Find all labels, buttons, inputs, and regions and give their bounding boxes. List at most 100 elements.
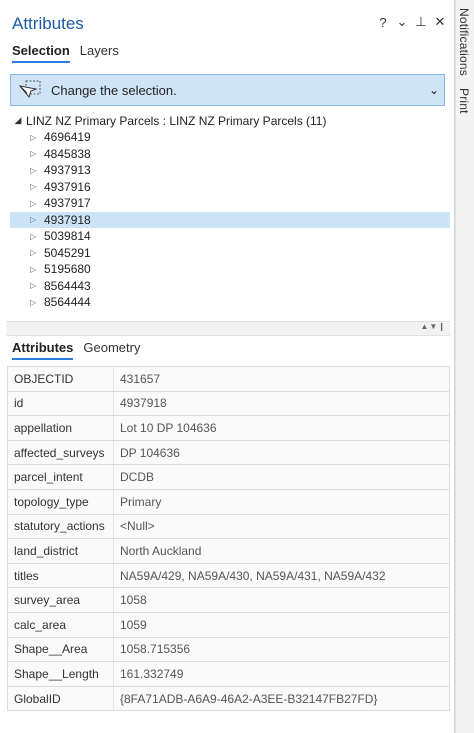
field-name: OBJECTID	[14, 371, 74, 386]
field-value[interactable]: <Null>	[113, 514, 449, 539]
close-icon[interactable]: ✕	[434, 14, 446, 30]
tree-item-label: 8564443	[44, 278, 91, 293]
field-name: Shape__Area	[14, 642, 88, 657]
tab-notifications[interactable]: Notifications	[457, 6, 471, 78]
field-value[interactable]: 161.332749	[113, 662, 449, 686]
help-icon[interactable]: ?	[377, 15, 389, 30]
field-name: survey_area	[14, 593, 81, 608]
pane-controls: ? ⌄ ⊥ ✕	[377, 14, 446, 30]
pane-splitter[interactable]: ▲▼❙	[6, 321, 450, 336]
bottom-tabs: Attributes Geometry	[12, 340, 140, 360]
table-row[interactable]: id 4937918	[7, 391, 450, 417]
expand-triangle-icon[interactable]: ▷	[30, 265, 44, 274]
table-row[interactable]: Shape__Area 1058.715356	[7, 637, 450, 663]
tree-item[interactable]: ▷ 4845838	[10, 146, 450, 163]
options-dropdown-icon[interactable]: ⌄	[396, 14, 408, 30]
tree-item-label: 5195680	[44, 262, 91, 277]
field-name: land_district	[14, 543, 79, 558]
field-value[interactable]: North Auckland	[113, 539, 449, 563]
table-row[interactable]: survey_area 1058	[7, 588, 450, 613]
expand-triangle-icon[interactable]: ▷	[30, 232, 44, 241]
field-value[interactable]: Lot 10 DP 104636	[113, 416, 449, 440]
field-name: statutory_actions	[14, 519, 105, 534]
field-value[interactable]: 4937918	[113, 391, 449, 416]
tree-item[interactable]: ▷ 8564443	[10, 278, 450, 295]
selection-tree: ◢ LINZ NZ Primary Parcels : LINZ NZ Prim…	[10, 112, 450, 311]
table-row[interactable]: parcel_intent DCDB	[7, 465, 450, 490]
field-name: GlobalID	[14, 691, 61, 706]
expand-triangle-icon[interactable]: ▷	[30, 149, 44, 158]
field-name: appellation	[14, 420, 73, 435]
tree-item[interactable]: ▷ 4937916	[10, 179, 450, 196]
pane-title: Attributes	[12, 14, 84, 33]
expand-triangle-icon[interactable]: ▷	[30, 281, 44, 290]
field-value[interactable]: NA59A/429, NA59A/430, NA59A/431, NA59A/4…	[113, 563, 449, 588]
field-value[interactable]: {8FA71ADB-A6A9-46A2-A3EE-B32147FB27FD}	[113, 686, 449, 711]
tree-item[interactable]: ▷ 4937917	[10, 195, 450, 212]
tree-item-label: 4937918	[44, 212, 91, 227]
table-row[interactable]: statutory_actions <Null>	[7, 514, 450, 540]
pin-icon[interactable]: ⊥	[415, 14, 427, 30]
table-row[interactable]: calc_area 1059	[7, 612, 450, 638]
field-name: id	[14, 396, 24, 411]
field-name: titles	[14, 568, 39, 583]
collapse-triangle-icon[interactable]: ◢	[10, 115, 26, 126]
table-row[interactable]: GlobalID {8FA71ADB-A6A9-46A2-A3EE-B32147F…	[7, 686, 450, 712]
expand-triangle-icon[interactable]: ▷	[30, 215, 44, 224]
tree-item[interactable]: ▷ 5045291	[10, 245, 450, 262]
tab-layers[interactable]: Layers	[80, 43, 119, 63]
field-name: calc_area	[14, 617, 67, 632]
table-row[interactable]: titles NA59A/429, NA59A/430, NA59A/431, N…	[7, 563, 450, 589]
expand-triangle-icon[interactable]: ▷	[30, 199, 44, 208]
side-tab-strip: Notifications Print	[455, 0, 474, 733]
table-row[interactable]: topology_type Primary	[7, 489, 450, 515]
tree-item[interactable]: ▷ 5039814	[10, 228, 450, 245]
tree-item-label: 5045291	[44, 245, 91, 260]
tab-attributes[interactable]: Attributes	[12, 340, 74, 360]
tab-selection[interactable]: Selection	[12, 43, 70, 63]
top-tabs: Selection Layers	[12, 43, 119, 63]
expand-triangle-icon[interactable]: ▷	[30, 166, 44, 175]
table-row[interactable]: Shape__Length 161.332749	[7, 662, 450, 687]
tree-item[interactable]: ▷ 4696419	[10, 129, 450, 146]
field-name: topology_type	[14, 494, 89, 509]
tree-item-label: 5039814	[44, 229, 91, 244]
field-value[interactable]: 1058.715356	[113, 637, 449, 662]
tree-item[interactable]: ▷ 8564444	[10, 294, 450, 311]
field-name: affected_surveys	[14, 445, 105, 460]
tree-item[interactable]: ▷ 4937913	[10, 162, 450, 179]
tree-item[interactable]: ▷ 5195680	[10, 261, 450, 278]
field-value[interactable]: 1058	[113, 588, 449, 612]
tree-item-label: 4937916	[44, 179, 91, 194]
tree-items: ▷ 4696419 ▷ 4845838 ▷ 4937913 ▷ 4937916 ▷ 4937917…	[10, 129, 450, 311]
field-value[interactable]: DP 104636	[113, 440, 449, 465]
change-selection-dropdown[interactable]: Change the selection. ⌄	[10, 74, 445, 106]
tree-item-label: 4937913	[44, 163, 91, 178]
tree-item-label: 4696419	[44, 130, 91, 145]
tree-item-label: 4937917	[44, 196, 91, 211]
expand-triangle-icon[interactable]: ▷	[30, 298, 44, 307]
change-selection-icon	[18, 80, 41, 99]
tab-print[interactable]: Print	[457, 86, 471, 116]
field-name: Shape__Length	[14, 666, 99, 681]
table-row[interactable]: land_district North Auckland	[7, 539, 450, 564]
tree-root-label: LINZ NZ Primary Parcels : LINZ NZ Primar…	[26, 113, 327, 128]
tab-geometry[interactable]: Geometry	[83, 340, 140, 360]
table-row[interactable]: affected_surveys DP 104636	[7, 440, 450, 466]
tree-item-label: 8564444	[44, 295, 91, 310]
field-value[interactable]: 1059	[113, 612, 449, 637]
expand-triangle-icon[interactable]: ▷	[30, 133, 44, 142]
field-value[interactable]: Primary	[113, 489, 449, 514]
chevron-down-icon: ⌄	[428, 83, 439, 97]
attribute-table: OBJECTID 431657 id 4937918 appellation Lot 10…	[7, 366, 450, 712]
splitter-arrows-icon[interactable]: ▲▼❙	[420, 322, 446, 331]
field-value[interactable]: 431657	[113, 367, 449, 391]
tree-item[interactable]: ▷ 4937918	[10, 211, 450, 228]
expand-triangle-icon[interactable]: ▷	[30, 182, 44, 191]
field-value[interactable]: DCDB	[113, 465, 449, 489]
table-row[interactable]: OBJECTID 431657	[7, 367, 450, 392]
expand-triangle-icon[interactable]: ▷	[30, 248, 44, 257]
table-row[interactable]: appellation Lot 10 DP 104636	[7, 416, 450, 441]
tree-root-layer[interactable]: ◢ LINZ NZ Primary Parcels : LINZ NZ Prim…	[10, 112, 450, 129]
attributes-pane: Attributes ? ⌄ ⊥ ✕ Selection Layers Chan…	[0, 0, 455, 733]
